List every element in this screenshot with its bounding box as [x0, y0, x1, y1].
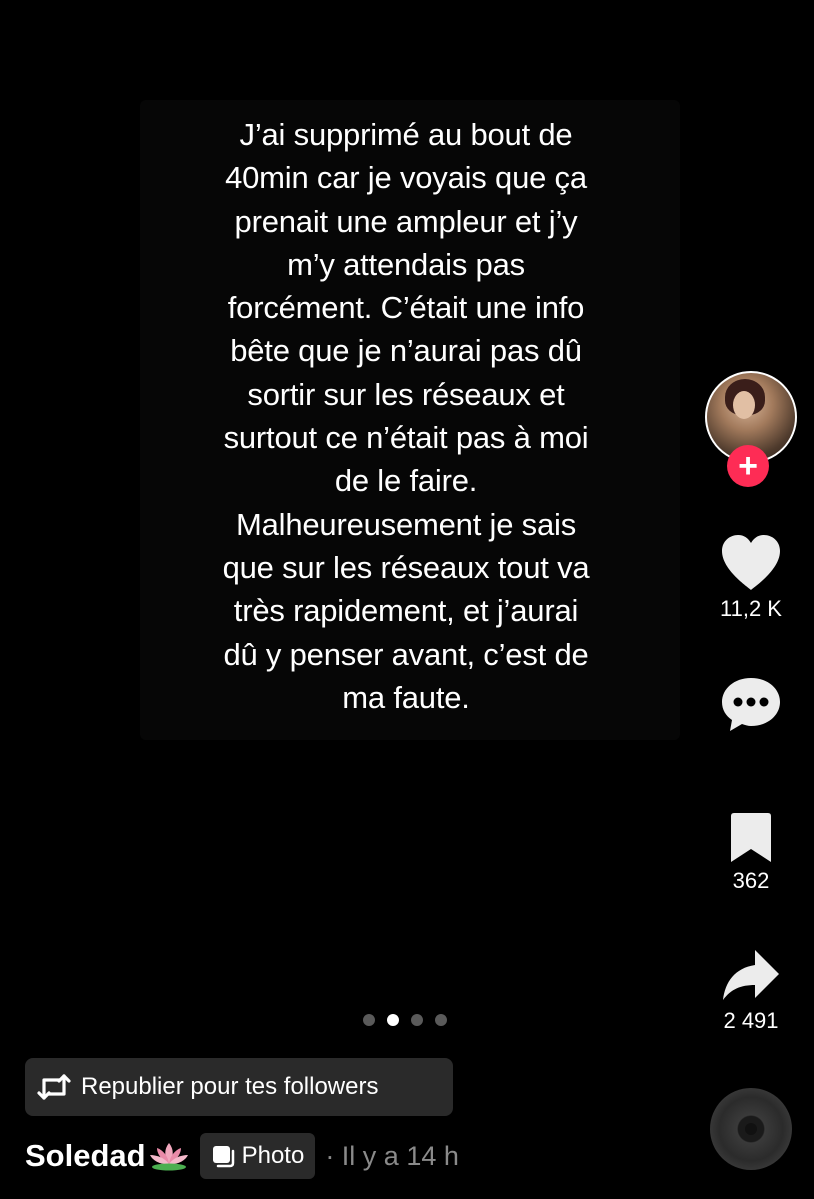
- photo-icon: [212, 1146, 234, 1168]
- repost-label: Republier pour tes followers: [81, 1073, 379, 1100]
- carousel-dot[interactable]: [435, 1014, 447, 1026]
- bookmark-icon: [731, 813, 771, 862]
- music-disc-icon[interactable]: [710, 1088, 792, 1170]
- share-button[interactable]: 2 491: [705, 948, 797, 1034]
- comment-button[interactable]: [705, 674, 797, 734]
- carousel-dot[interactable]: [363, 1014, 375, 1026]
- bookmark-button[interactable]: 362: [705, 812, 797, 894]
- post-text: J’ai supprimé au bout de 40min car je vo…: [222, 117, 590, 715]
- photo-badge-label: Photo: [241, 1142, 305, 1169]
- like-button[interactable]: 11,2 K: [705, 532, 797, 622]
- photo-badge: Photo: [199, 1133, 316, 1179]
- avatar-face: [733, 391, 755, 419]
- heart-icon: [722, 535, 780, 590]
- bookmark-count: 362: [732, 868, 770, 893]
- post-time: · Il y a 14 h: [325, 1140, 459, 1171]
- repost-button[interactable]: Republier pour tes followers: [25, 1058, 453, 1116]
- follow-button[interactable]: +: [727, 445, 769, 487]
- carousel-dot-active[interactable]: [387, 1014, 399, 1026]
- carousel-indicator: [363, 1014, 447, 1026]
- comment-icon: [722, 678, 780, 731]
- music-disc-hole: [745, 1123, 757, 1135]
- repost-icon: [37, 1074, 71, 1100]
- author-info: Soledad Photo · Il y a 14 h: [25, 1133, 459, 1179]
- like-count: 11,2 K: [720, 596, 782, 621]
- lotus-icon: [149, 1143, 188, 1171]
- carousel-dot[interactable]: [411, 1014, 423, 1026]
- username[interactable]: Soledad: [25, 1138, 146, 1174]
- share-icon: [723, 950, 779, 1000]
- share-count: 2 491: [723, 1008, 779, 1033]
